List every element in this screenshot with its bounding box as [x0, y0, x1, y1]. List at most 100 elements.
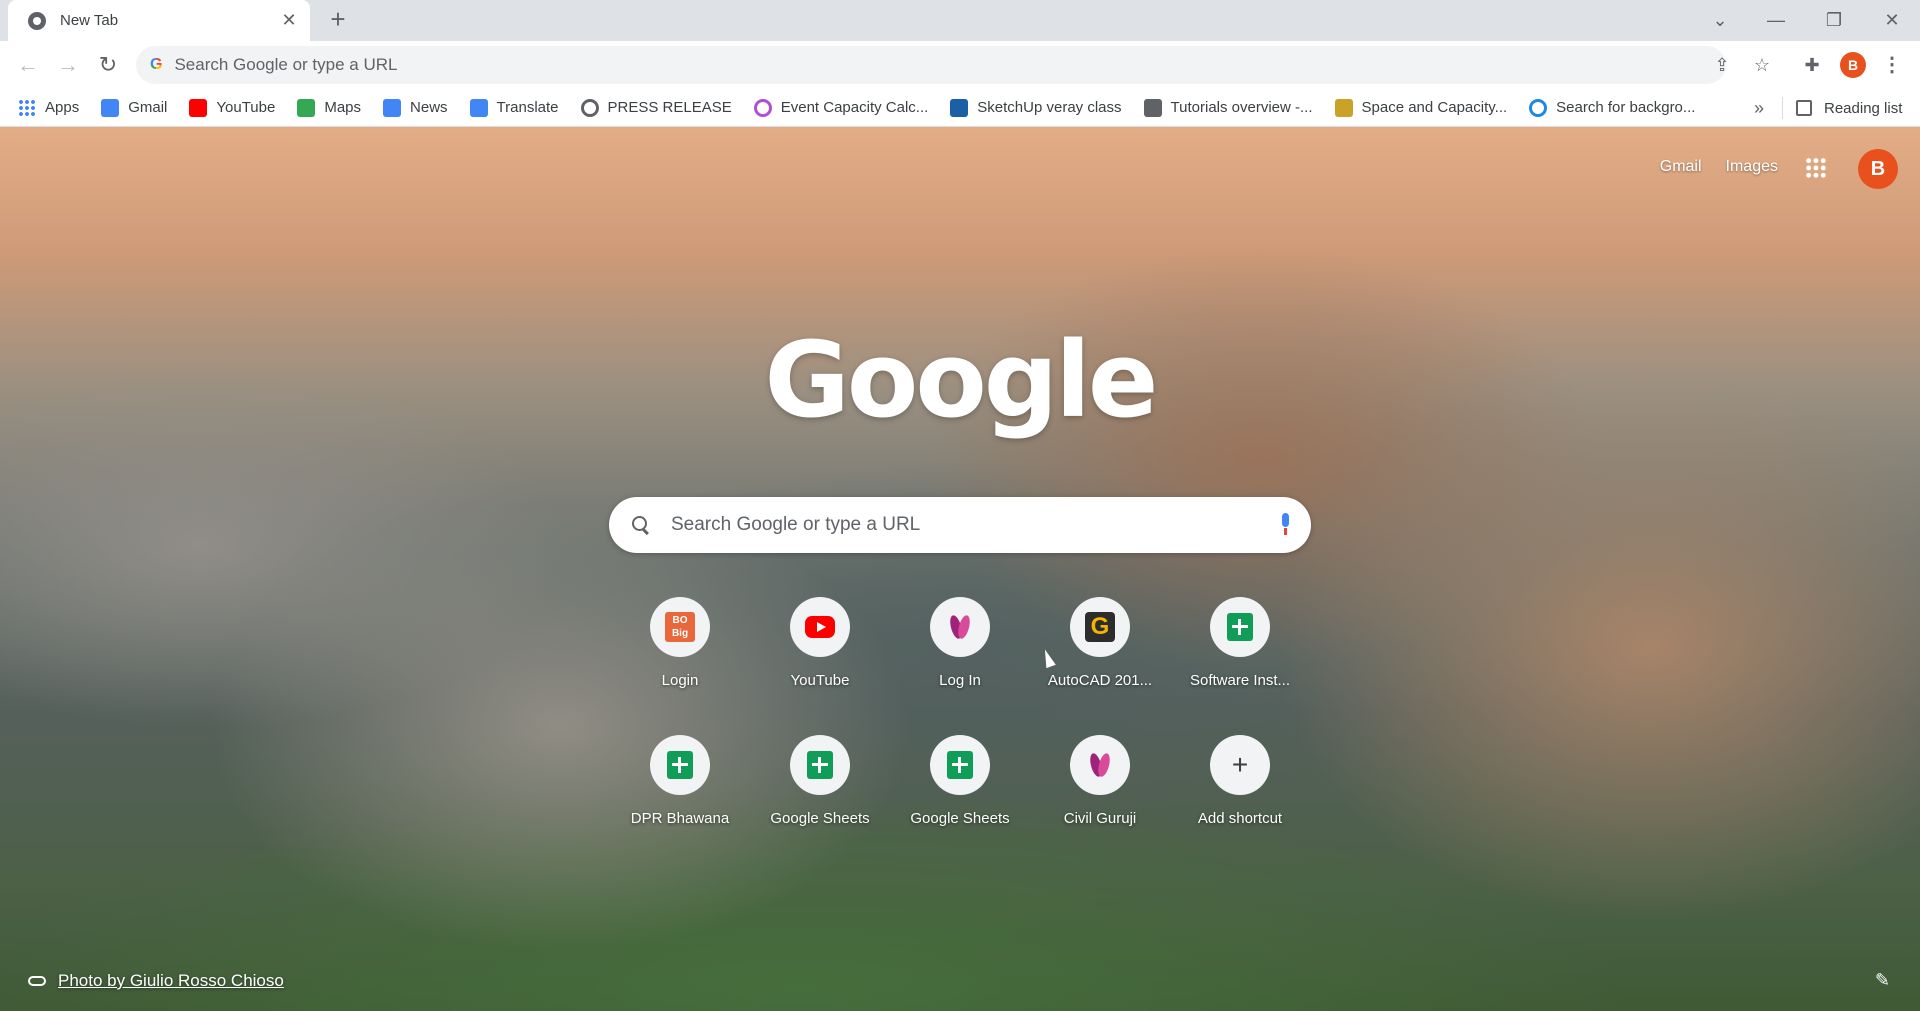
bookmark-label: Maps [324, 99, 362, 116]
bookmark-item[interactable]: SketchUp veray class [950, 98, 1122, 117]
shortcut-label: Software Inst... [1189, 672, 1291, 689]
bookmark-label: Apps [45, 99, 80, 116]
tab-title: New Tab [60, 12, 119, 29]
shortcuts-grid: BO Big Login YouTube Log In G AutoCAD 201... S… [610, 587, 1310, 837]
extensions-icon[interactable]: ✚ [1800, 53, 1824, 77]
google-logo: Google [764, 319, 1159, 441]
shortcut-icon-circle: BO Big [650, 597, 710, 657]
bookmark-item[interactable]: Event Capacity Calc... [753, 98, 929, 117]
photo-credit[interactable]: Photo by Giulio Rosso Chioso [28, 971, 284, 991]
sketchup-icon [950, 98, 969, 117]
shortcut-tile[interactable]: Google Sheets [890, 725, 1030, 837]
restore-button[interactable]: ❐ [1814, 6, 1854, 34]
bookmark-label: News [410, 99, 448, 116]
shortcut-label: YouTube [790, 672, 850, 689]
share-icon[interactable]: ⇪ [1710, 53, 1734, 77]
chrome-icon [28, 11, 46, 30]
shortcut-tile[interactable]: Civil Guruji [1030, 725, 1170, 837]
reload-button[interactable]: ↻ [92, 49, 124, 81]
account-avatar[interactable]: B [1858, 149, 1898, 189]
microphone-icon[interactable] [1279, 513, 1291, 537]
ntp-search-box[interactable]: Search Google or type a URL [609, 497, 1311, 553]
reading-list-label: Reading list [1824, 99, 1903, 117]
shortcut-label: Civil Guruji [1063, 810, 1137, 827]
bookmark-label: Space and Capacity... [1361, 99, 1508, 116]
shortcut-icon-circle [650, 735, 710, 795]
omnibox[interactable]: G Search Google or type a URL [136, 46, 1726, 84]
google-apps-icon[interactable] [1805, 157, 1827, 179]
search-icon [629, 513, 653, 537]
bookmark-star-icon[interactable]: ☆ [1750, 53, 1774, 77]
bookmark-label: YouTube [216, 99, 276, 116]
minimize-button[interactable]: — [1756, 6, 1796, 34]
sun-icon [753, 98, 772, 117]
bookmark-item[interactable]: Search for backgro... [1529, 98, 1695, 117]
space-icon [1334, 98, 1353, 117]
shortcut-icon-circle: + [1210, 735, 1270, 795]
bookmark-item[interactable]: PRESS RELEASE [580, 98, 732, 117]
shortcut-tile[interactable]: DPR Bhawana [610, 725, 750, 837]
search-bg-icon [1529, 98, 1548, 117]
forward-button[interactable]: → [52, 49, 84, 81]
tab-new-tab[interactable]: New Tab ✕ [8, 0, 310, 41]
shortcut-icon-circle [930, 597, 990, 657]
shortcut-tile[interactable]: Log In [890, 587, 1030, 699]
shortcut-tile[interactable]: Software Inst... [1170, 587, 1310, 699]
omnibox-input[interactable]: Search Google or type a URL [174, 55, 1726, 75]
google-g-icon [101, 98, 120, 117]
bookmark-item[interactable]: YouTube [189, 98, 276, 117]
bookmark-item[interactable]: Tutorials overview -... [1143, 98, 1313, 117]
bookmark-item[interactable]: Space and Capacity... [1334, 98, 1508, 117]
shortcut-tile[interactable]: BO Big Login [610, 587, 750, 699]
ntp-search-input[interactable]: Search Google or type a URL [671, 514, 1279, 536]
back-button[interactable]: ← [12, 49, 44, 81]
shortcut-label: Google Sheets [910, 810, 1010, 827]
bookmark-item[interactable]: Apps [18, 98, 80, 117]
photo-credit-link[interactable]: Photo by Giulio Rosso Chioso [58, 971, 284, 991]
bookmark-label: Gmail [128, 99, 168, 116]
new-tab-page: Gmail Images B Google Search Google or t… [0, 127, 1920, 1011]
toolbar: ← → ↻ G Search Google or type a URL ⇪ ☆ … [0, 41, 1920, 89]
chrome-menu-icon[interactable]: ⋮ [1880, 53, 1904, 77]
more-bookmarks-button[interactable]: » [1754, 89, 1764, 127]
translate-icon [469, 98, 488, 117]
shortcut-icon-circle: G [1070, 597, 1130, 657]
shortcut-icon-circle [790, 735, 850, 795]
globe-icon [580, 98, 599, 117]
civil-guruji-icon [1089, 751, 1111, 779]
shortcut-tile[interactable]: + Add shortcut [1170, 725, 1310, 837]
reading-list-button[interactable]: Reading list [1796, 89, 1902, 127]
shortcut-label: Add shortcut [1197, 810, 1283, 827]
shortcut-icon-circle [930, 735, 990, 795]
reading-list-icon [1796, 100, 1812, 116]
customize-pencil-icon[interactable]: ✎ [1875, 970, 1890, 991]
big-icon: BO Big [665, 612, 695, 642]
bookmark-label: Event Capacity Calc... [780, 99, 929, 116]
bookmark-item[interactable]: Maps [297, 98, 362, 117]
tab-close-icon[interactable]: ✕ [278, 10, 300, 31]
images-link[interactable]: Images [1726, 158, 1778, 176]
gmail-link[interactable]: Gmail [1660, 158, 1702, 176]
shortcut-tile[interactable]: Google Sheets [750, 725, 890, 837]
bookmark-item[interactable]: Gmail [101, 98, 168, 117]
bookmark-item[interactable]: Translate [469, 98, 559, 117]
google-g-icon: G [150, 56, 163, 73]
shortcut-icon-circle [1070, 735, 1130, 795]
tutorial-icon [1143, 98, 1162, 117]
shortcut-label: DPR Bhawana [630, 810, 730, 827]
tab-search-dropdown-icon[interactable]: ⌄ [1700, 6, 1740, 34]
profile-avatar-button[interactable]: B [1840, 52, 1866, 78]
sheets-icon [807, 751, 833, 779]
sheets-icon [667, 751, 693, 779]
shortcut-tile[interactable]: G AutoCAD 201... [1030, 587, 1170, 699]
link-icon [28, 976, 46, 986]
shortcut-icon-circle [1210, 597, 1270, 657]
autocad-g-icon: G [1085, 612, 1115, 642]
civil-guruji-icon [949, 613, 971, 641]
bookmark-item[interactable]: News [383, 98, 448, 117]
new-tab-button[interactable]: + [324, 6, 352, 34]
shortcut-tile[interactable]: YouTube [750, 587, 890, 699]
sheets-icon [947, 751, 973, 779]
close-window-button[interactable]: ✕ [1872, 6, 1912, 34]
bookmark-label: PRESS RELEASE [607, 99, 732, 116]
